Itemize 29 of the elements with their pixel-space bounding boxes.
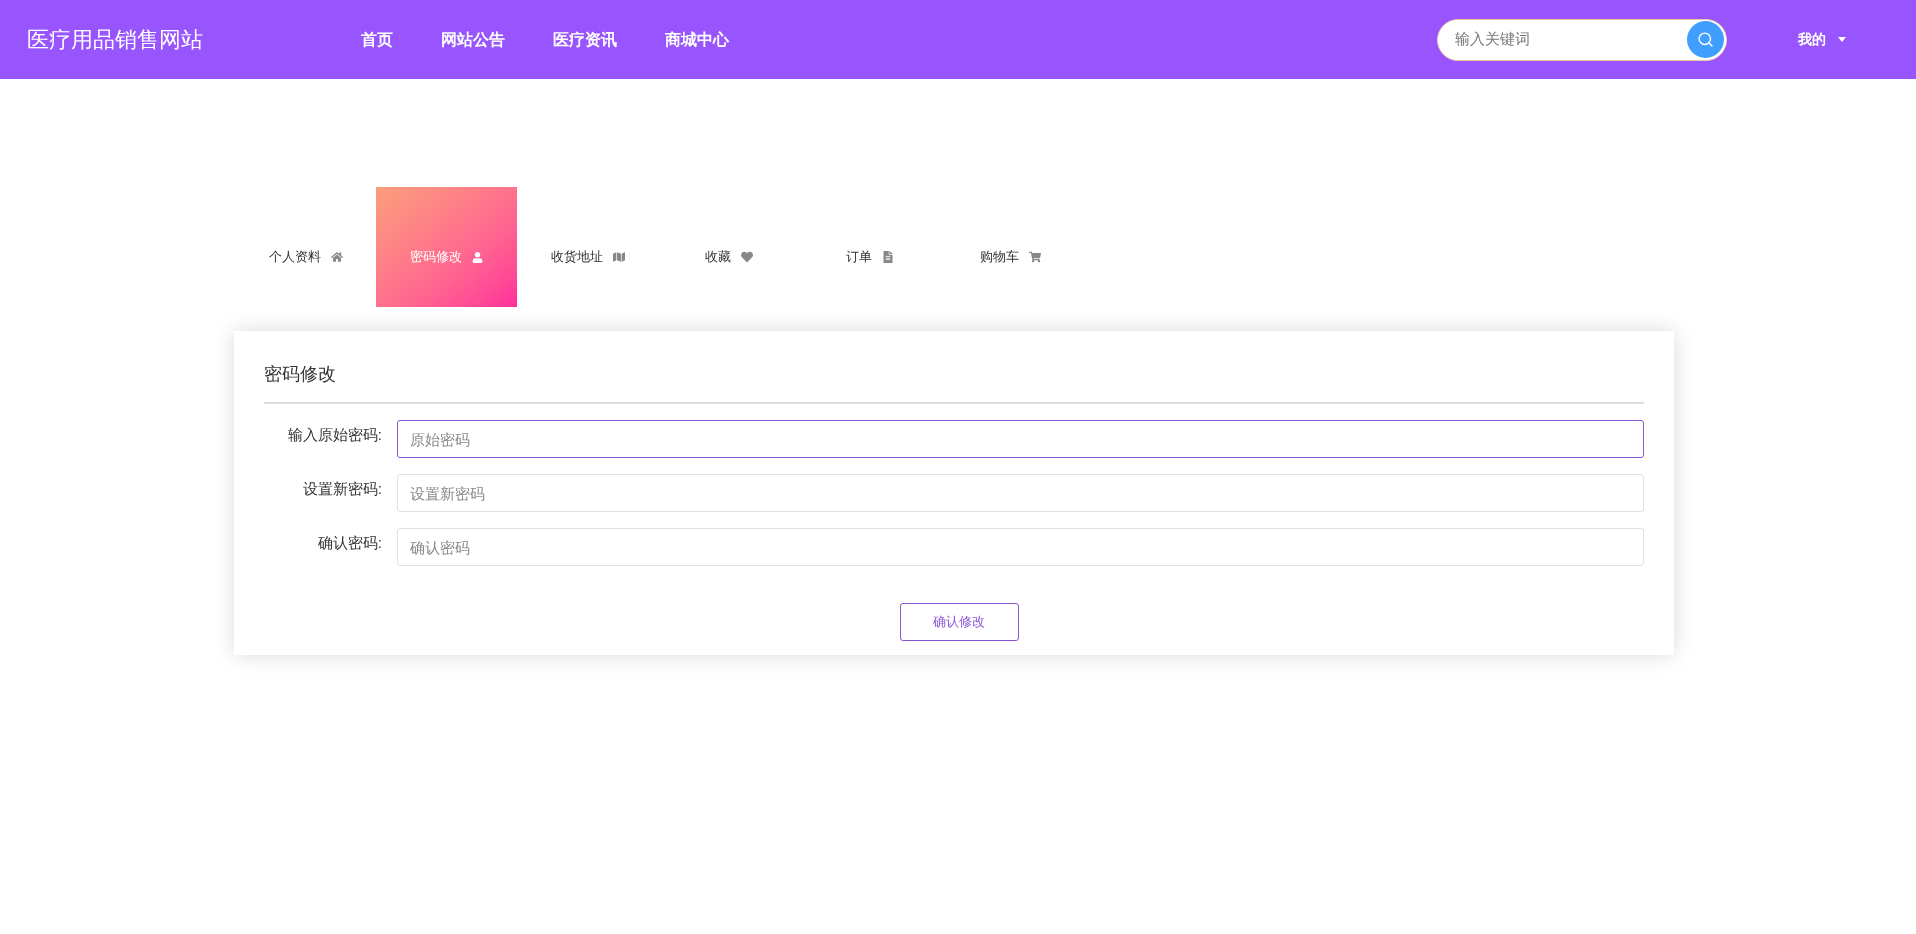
nav-link[interactable]: 首页 <box>361 27 393 52</box>
card-title: 密码修改 <box>264 361 1644 404</box>
field-label: 确认密码: <box>316 533 383 553</box>
search-input[interactable]: 输入关键词 <box>1455 28 1687 51</box>
heart-icon <box>740 251 753 263</box>
search-icon <box>1697 31 1714 48</box>
profile-tab[interactable]: 订单 <box>799 187 940 307</box>
cart-icon <box>1029 251 1041 263</box>
field-label: 设置新密码: <box>301 479 383 499</box>
nav-link[interactable]: 商城中心 <box>665 27 729 52</box>
home-icon <box>330 251 343 263</box>
profile-tab[interactable]: 购物车 <box>940 187 1081 307</box>
profile-tab[interactable]: 密码修改 <box>376 187 517 307</box>
profile-tab[interactable]: 收货地址 <box>517 187 658 307</box>
caret-icon <box>1838 37 1846 42</box>
search-box[interactable]: 输入关键词 <box>1437 18 1727 61</box>
confirm-button[interactable]: 确认修改 <box>899 603 1019 641</box>
profile-tab[interactable]: 收藏 <box>658 187 799 307</box>
search-button[interactable] <box>1687 21 1724 58</box>
password-input[interactable]: 原始密码 <box>397 420 1644 458</box>
site-title: 医疗用品销售网站 <box>27 26 204 54</box>
map-icon <box>612 251 625 263</box>
document-icon <box>881 251 894 263</box>
user-menu[interactable]: 我的 <box>1798 29 1846 50</box>
profile-tab[interactable]: 个人资料 <box>235 187 376 307</box>
user-icon <box>472 251 483 263</box>
nav-link[interactable]: 网站公告 <box>441 27 505 52</box>
field-label: 输入原始密码: <box>286 425 383 445</box>
nav-link[interactable]: 医疗资讯 <box>553 27 617 52</box>
